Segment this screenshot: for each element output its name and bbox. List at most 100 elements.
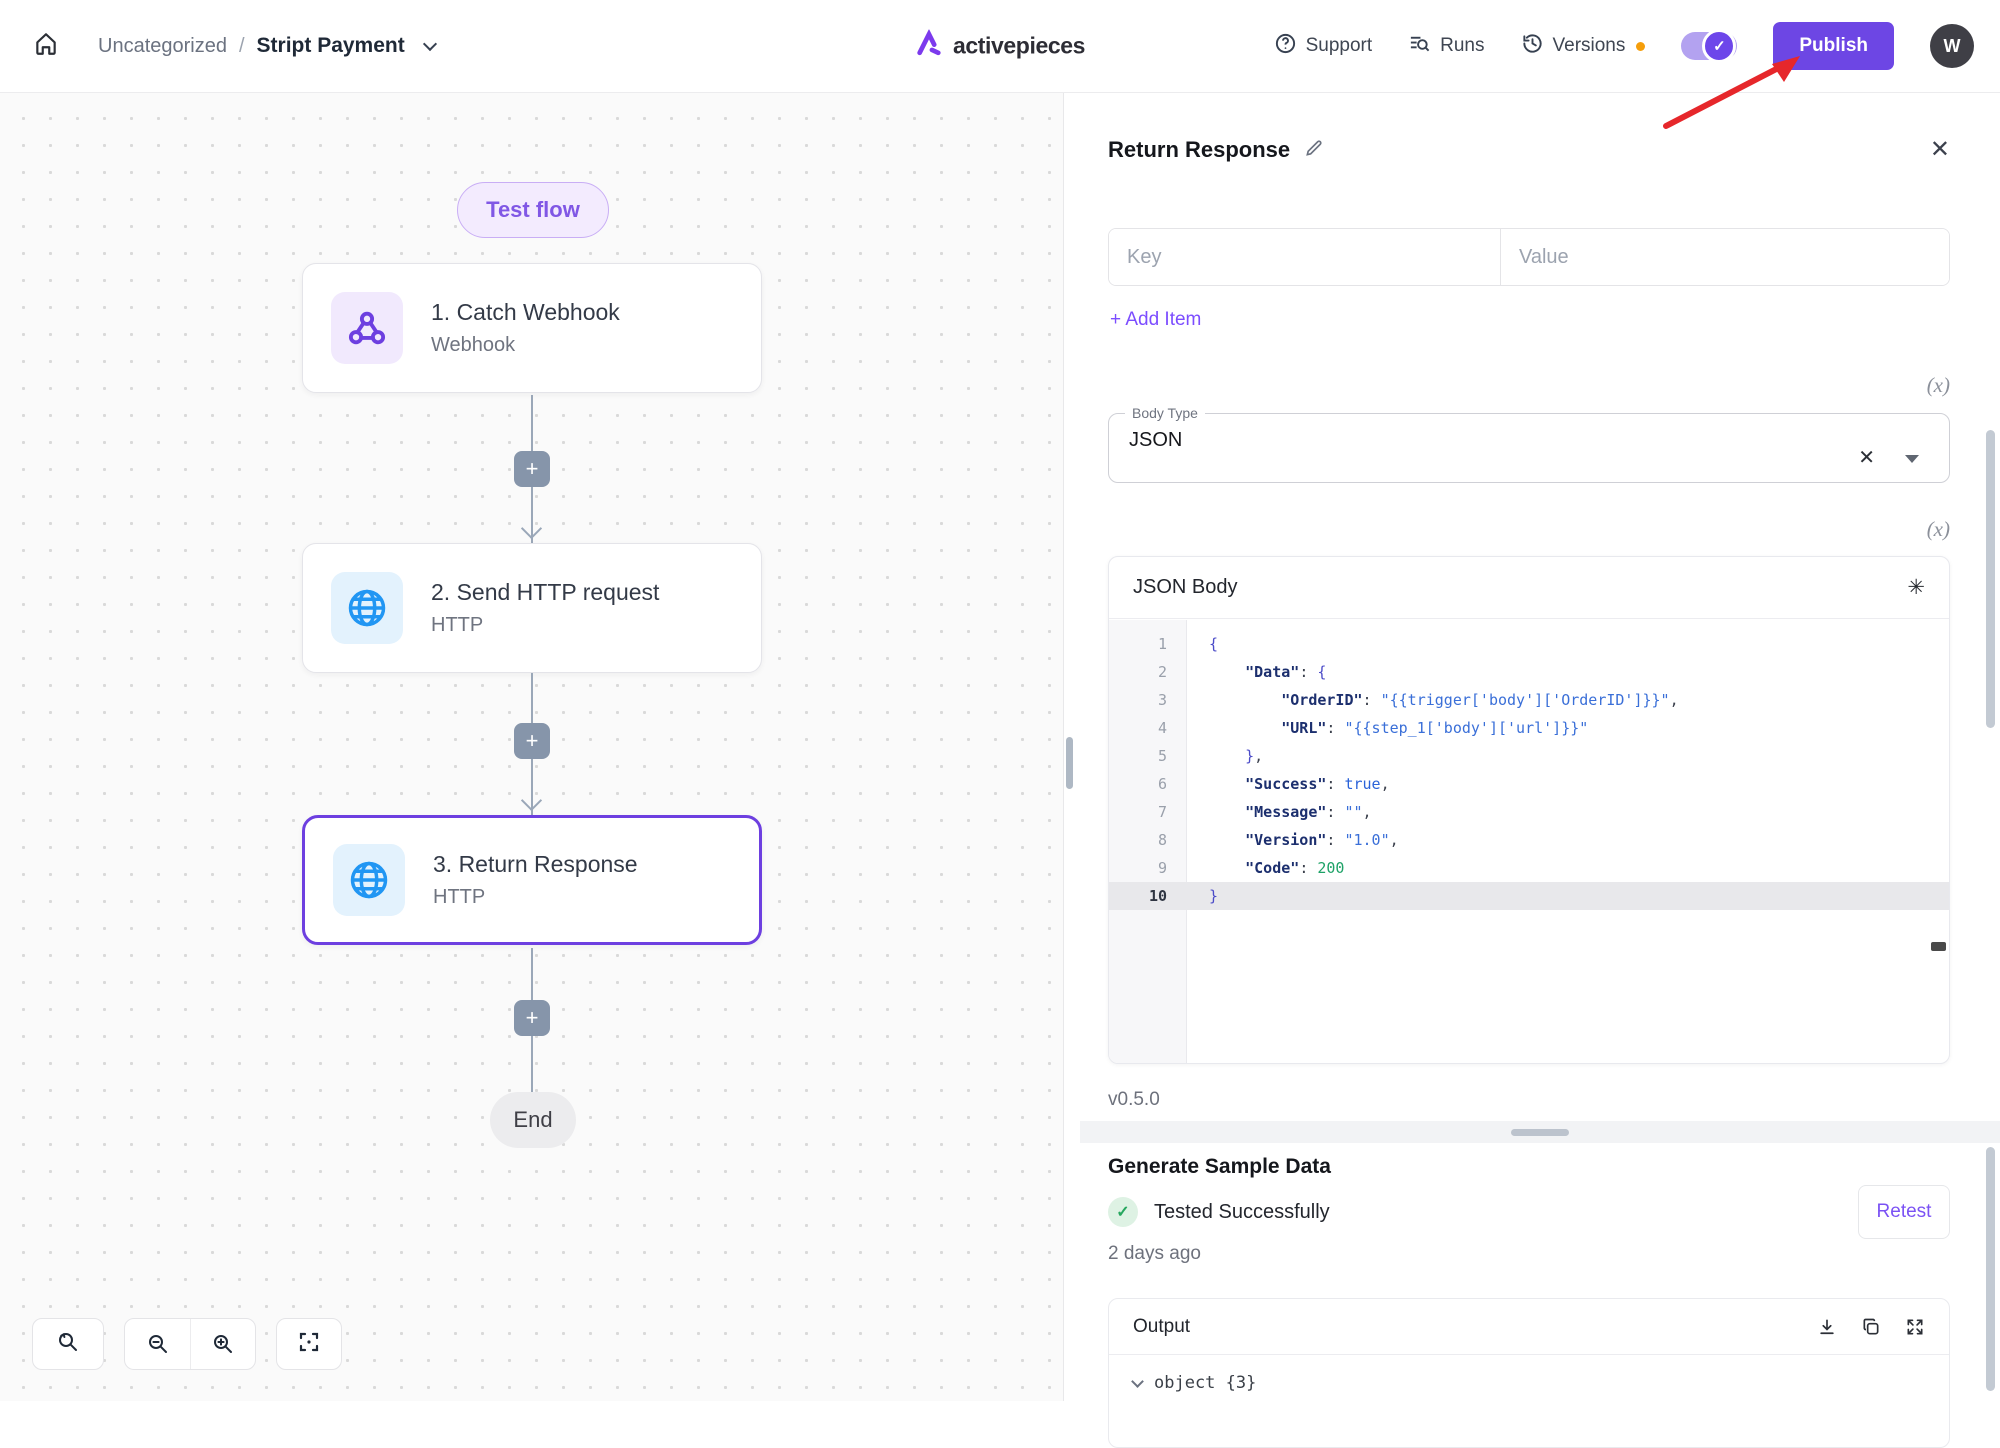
unsaved-changes-dot — [1636, 42, 1645, 51]
chevron-down-icon[interactable] — [423, 37, 437, 51]
nav-support-label: Support — [1306, 35, 1373, 57]
test-flow-button[interactable]: Test flow — [457, 182, 609, 238]
globe-icon — [331, 572, 403, 644]
flow-name[interactable]: Stript Payment — [257, 34, 405, 58]
step-title: 1. Catch Webhook — [431, 299, 620, 326]
activepieces-logo-icon — [915, 30, 943, 63]
step-subtitle: HTTP — [431, 614, 659, 637]
nav-versions[interactable]: Versions — [1521, 32, 1646, 61]
code-line[interactable]: 3 "OrderID": "{{trigger['body']['OrderID… — [1109, 686, 1949, 714]
body-type-value: JSON — [1109, 421, 1949, 452]
add-item-button[interactable]: + Add Item — [1110, 309, 1201, 331]
sample-data-title: Generate Sample Data — [1108, 1155, 1331, 1179]
webhook-icon — [331, 292, 403, 364]
sparkle-icon[interactable]: ✳ — [1907, 575, 1925, 600]
panel-section-divider[interactable] — [1080, 1121, 2000, 1143]
code-line[interactable]: 6 "Success": true, — [1109, 770, 1949, 798]
code-line[interactable]: 2 "Data": { — [1109, 658, 1949, 686]
panel-resize-handle[interactable] — [1066, 737, 1073, 789]
nav-support[interactable]: Support — [1274, 32, 1373, 61]
zoom-out-button[interactable] — [125, 1319, 190, 1369]
nav-runs[interactable]: Runs — [1408, 32, 1484, 61]
body-type-field[interactable]: Body Type JSON ✕ — [1108, 405, 1950, 483]
code-line[interactable]: 5 }, — [1109, 742, 1949, 770]
json-code-editor[interactable]: 1{2 "Data": {3 "OrderID": "{{trigger['bo… — [1109, 620, 1949, 1063]
flow-step-card-3[interactable]: 3. Return Response HTTP — [302, 815, 762, 945]
panel-title: Return Response — [1108, 137, 1290, 163]
breadcrumb-separator: / — [239, 35, 245, 58]
breadcrumb-folder[interactable]: Uncategorized — [98, 35, 227, 58]
success-check-icon: ✓ — [1108, 1197, 1138, 1227]
fit-view-button[interactable] — [276, 1318, 342, 1370]
key-value-row — [1108, 228, 1950, 286]
flow-canvas[interactable]: Test flow 1. Catch Webhook Webhook + 2. … — [0, 93, 1064, 1401]
output-tree-label: object {3} — [1154, 1373, 1256, 1393]
code-line[interactable]: 7 "Message": "", — [1109, 798, 1949, 826]
test-timestamp: 2 days ago — [1108, 1243, 1201, 1265]
avatar[interactable]: W — [1930, 24, 1974, 68]
insert-variable-button[interactable]: (x) — [1902, 373, 1950, 398]
code-lines: 1{2 "Data": {3 "OrderID": "{{trigger['bo… — [1109, 630, 1949, 910]
question-circle-icon — [1274, 32, 1297, 61]
close-icon[interactable]: ✕ — [1930, 135, 1950, 164]
flow-step-card-1[interactable]: 1. Catch Webhook Webhook — [302, 263, 762, 393]
runs-list-search-icon — [1408, 32, 1431, 61]
chevron-down-icon — [1131, 1375, 1144, 1388]
value-input[interactable] — [1501, 229, 1949, 285]
nav-runs-label: Runs — [1440, 35, 1484, 57]
app-logo-text: activepieces — [953, 33, 1085, 60]
divider-drag-handle-icon — [1511, 1129, 1569, 1136]
zoom-reset-button[interactable] — [32, 1318, 104, 1370]
clear-icon[interactable]: ✕ — [1858, 445, 1875, 470]
expand-icon[interactable] — [1905, 1317, 1925, 1337]
insert-variable-button[interactable]: (x) — [1902, 517, 1950, 542]
top-navbar: Uncategorized / Stript Payment activepie… — [0, 0, 2000, 93]
code-line[interactable]: 1{ — [1109, 630, 1949, 658]
pencil-icon[interactable] — [1304, 138, 1324, 163]
home-button[interactable] — [26, 26, 66, 66]
dropdown-caret-icon[interactable] — [1905, 455, 1919, 463]
canvas-zoom-controls — [32, 1318, 342, 1370]
piece-version: v0.5.0 — [1108, 1089, 1160, 1111]
output-card: Output object {3} — [1108, 1298, 1950, 1448]
add-step-button-2[interactable]: + — [514, 723, 550, 759]
publish-button[interactable]: Publish — [1773, 22, 1894, 70]
step-settings-panel: Return Response ✕ + Add Item (x) Body Ty… — [1080, 93, 2000, 1401]
output-title: Output — [1133, 1316, 1190, 1338]
key-input[interactable] — [1109, 229, 1501, 285]
panel-scrollbar-thumb[interactable] — [1986, 1147, 1995, 1391]
home-icon — [33, 31, 59, 62]
step-subtitle: Webhook — [431, 334, 620, 357]
panel-scrollbar-thumb[interactable] — [1986, 430, 1995, 728]
connector-arrow-icon — [521, 518, 542, 539]
step-title: 3. Return Response — [433, 851, 638, 878]
body-type-label: Body Type — [1125, 405, 1205, 421]
download-icon[interactable] — [1817, 1317, 1837, 1337]
zoom-in-button[interactable] — [190, 1319, 255, 1369]
code-line[interactable]: 10} — [1109, 882, 1949, 910]
app-logo: activepieces — [915, 30, 1085, 63]
flow-step-card-2[interactable]: 2. Send HTTP request HTTP — [302, 543, 762, 673]
zoom-reset-icon — [56, 1330, 80, 1359]
flow-end-node: End — [490, 1092, 576, 1148]
globe-icon — [333, 844, 405, 916]
nav-versions-label: Versions — [1553, 35, 1626, 57]
code-line[interactable]: 8 "Version": "1.0", — [1109, 826, 1949, 854]
zoom-in-out-group — [124, 1318, 256, 1370]
code-line[interactable]: 4 "URL": "{{step_1['body']['url']}}" — [1109, 714, 1949, 742]
code-line[interactable]: 9 "Code": 200 — [1109, 854, 1949, 882]
add-step-button-1[interactable]: + — [514, 451, 550, 487]
add-step-button-3[interactable]: + — [514, 1000, 550, 1036]
retest-button[interactable]: Retest — [1858, 1185, 1950, 1239]
step-subtitle: HTTP — [433, 886, 638, 909]
editor-scrollbar-thumb[interactable] — [1931, 942, 1946, 951]
json-body-card: JSON Body ✳ 1{2 "Data": {3 "OrderID": "{… — [1108, 556, 1950, 1064]
fit-view-icon — [297, 1330, 321, 1359]
flow-enabled-toggle[interactable]: ✓ — [1681, 32, 1737, 60]
test-status: Tested Successfully — [1154, 1201, 1330, 1224]
output-tree-root[interactable]: object {3} — [1109, 1355, 1949, 1393]
toggle-check-icon: ✓ — [1702, 29, 1736, 63]
copy-icon[interactable] — [1861, 1317, 1881, 1337]
breadcrumb: Uncategorized / Stript Payment — [98, 34, 435, 58]
history-icon — [1521, 32, 1544, 61]
